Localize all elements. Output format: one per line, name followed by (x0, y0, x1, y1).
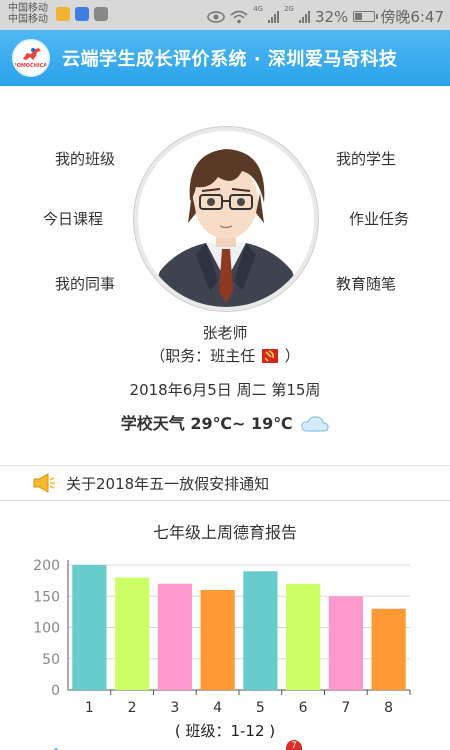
mail-app-icon (56, 7, 70, 21)
chart-x-caption: ( 班级：1-12 ) (174, 722, 276, 740)
menu-my-students[interactable]: 我的学生 (336, 148, 396, 169)
weather-label: 学校天气 (120, 414, 185, 433)
teacher-avatar-illustration (138, 131, 314, 307)
chart-x-tick-label: 6 (299, 700, 308, 716)
app-header: IOMOCHICA 云端学生成长评价系统 · 深圳爱马奇科技 (0, 30, 450, 86)
chart-bar (286, 583, 321, 690)
eye-icon (207, 10, 225, 23)
signal-1-icon (268, 10, 280, 23)
battery-icon (353, 11, 379, 22)
teacher-role-suffix: ） (284, 347, 300, 365)
status-right: 4G 2G 32% 傍晚6:47 (207, 6, 444, 27)
chart-x-tick-label: 2 (128, 700, 137, 716)
teacher-role: （职务：班主任 ） (0, 345, 450, 366)
chart-bar (328, 596, 363, 690)
menu-today-courses[interactable]: 今日课程 (43, 208, 103, 229)
chart-x-tick-label: 3 (170, 700, 179, 716)
teacher-name: 张老师 (202, 324, 248, 342)
teacher-role-prefix: （职务：班主任 (150, 347, 256, 365)
network-2-label: 2G (284, 5, 294, 13)
megaphone-icon (33, 473, 55, 493)
chart-y-tick-label: 150 (33, 589, 60, 605)
party-flag-icon (262, 349, 278, 363)
signal-2-icon (298, 10, 310, 23)
chart-x-tick-label: 8 (384, 700, 393, 716)
chart-x-tick-label: 1 (85, 700, 94, 716)
logo-text: IOMOCHICA (14, 63, 48, 69)
clock: 傍晚6:47 (380, 8, 444, 26)
horse-icon (23, 48, 41, 60)
chart-y-tick-label: 200 (33, 558, 60, 574)
chart-x-tick-label: 4 (213, 700, 222, 716)
cloud-icon (301, 416, 329, 432)
school-weather: 学校天气 29℃~ 19℃ (0, 410, 450, 434)
bottom-nav (0, 740, 450, 750)
chart-bar (72, 565, 107, 690)
chart-bar (243, 571, 278, 690)
chart-y-tick-label: 100 (33, 621, 60, 637)
chart-bar (200, 590, 235, 690)
baidu-app-icon (75, 7, 89, 21)
chart-x-tick-label: 7 (341, 700, 350, 716)
app-logo[interactable]: IOMOCHICA (12, 39, 50, 77)
chart-bar (115, 577, 150, 690)
notification-badge: 7 (286, 740, 302, 750)
carrier-labels: 中国移动 中国移动 (8, 3, 48, 25)
status-bar: 中国移动 中国移动 4G 2G 32% 傍晚6:47 (0, 0, 450, 30)
weather-temperature: 29℃~ 19℃ (190, 414, 293, 433)
menu-my-class[interactable]: 我的班级 (55, 148, 115, 169)
menu-my-colleagues[interactable]: 我的同事 (55, 273, 115, 294)
network-1-label: 4G (253, 5, 264, 13)
notice-text[interactable]: 关于2018年五一放假安排通知 (66, 473, 269, 494)
chart-y-tick-label: 0 (51, 683, 60, 699)
menu-teaching-notes[interactable]: 教育随笔 (336, 273, 396, 294)
chart-x-tick-label: 5 (256, 700, 265, 716)
moral-education-bar-chart: 0 50 100 150 200 1 2 3 4 5 6 7 8 (33, 558, 411, 716)
battery-percent: 32% (314, 7, 349, 26)
current-date: 2018年6月5日 周二 第15周 (129, 381, 321, 399)
notice-bar[interactable]: 关于2018年五一放假安排通知 (0, 466, 450, 500)
chart-y-tick-label: 50 (42, 652, 60, 668)
wifi-icon (230, 10, 248, 23)
carrier-1: 中国移动 (8, 3, 48, 14)
teacher-avatar[interactable] (134, 127, 318, 311)
menu-homework-tasks[interactable]: 作业任务 (349, 208, 409, 229)
page-title: 云端学生成长评价系统 · 深圳爱马奇科技 (62, 49, 398, 70)
carrier-2: 中国移动 (8, 14, 48, 25)
notification-icons (56, 7, 108, 21)
chart-bar (157, 583, 192, 690)
divider-bottom (0, 500, 450, 501)
bottom-nav-icons (53, 748, 59, 750)
chart-bar (371, 608, 406, 690)
android-app-icon (94, 7, 108, 21)
